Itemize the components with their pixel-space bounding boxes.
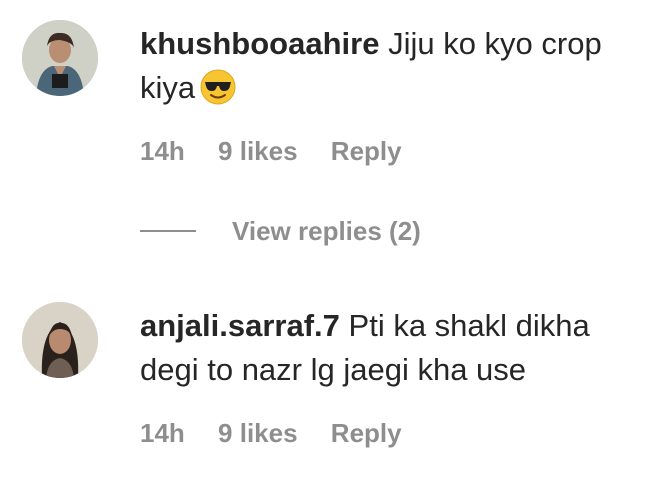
comment-likes-count[interactable]: 9 likes [218,418,298,449]
avatar-image [22,20,98,96]
comment-meta: 14h 9 likes Reply [140,418,428,449]
comment-text: anjali.sarraf.7 Pti ka shakl dikha degi … [140,304,650,392]
comment-timestamp: 14h [140,418,185,448]
view-replies-button[interactable]: View replies (2) [140,214,421,248]
sunglasses-emoji-icon [199,68,237,106]
replies-divider-line [140,230,196,232]
comment-timestamp: 14h [140,136,185,166]
comment-text: khushbooaahire Jiju ko kyo crop kiya [140,22,650,110]
reply-button[interactable]: Reply [331,136,402,167]
comment-meta: 14h 9 likes Reply [140,136,428,167]
comment-username[interactable]: anjali.sarraf.7 [140,308,340,343]
view-replies-label: View replies (2) [232,215,421,246]
comment-likes-count[interactable]: 9 likes [218,136,298,167]
avatar-image [22,302,98,378]
avatar[interactable] [22,20,98,96]
comment-username[interactable]: khushbooaahire [140,26,379,61]
avatar[interactable] [22,302,98,378]
reply-button[interactable]: Reply [331,418,402,449]
